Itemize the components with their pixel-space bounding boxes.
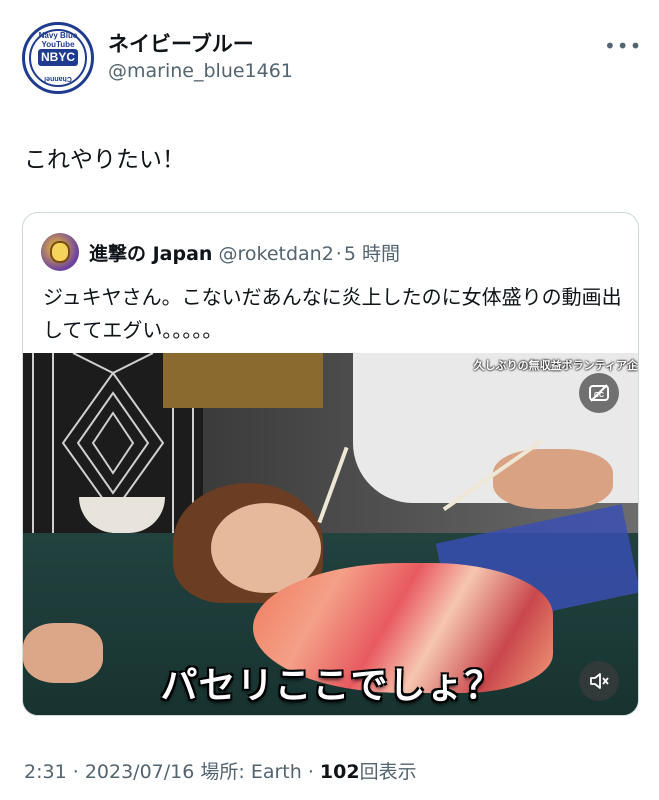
quote-author-handle[interactable]: @roketdan2: [218, 243, 333, 265]
more-options-icon[interactable]: •••: [604, 34, 642, 58]
quote-video[interactable]: 久しぶりの無収益ボランティア企 パセリここでしょ？ CC: [23, 353, 638, 715]
video-hand-right: [493, 449, 613, 509]
tweet-text: これやりたい！: [24, 147, 185, 173]
video-top-caption: 久しぶりの無収益ボランティア企: [473, 359, 638, 372]
avatar-character-icon: [50, 241, 70, 263]
quoted-tweet-card[interactable]: 進撃の Japan @roketdan2 · 5 時間 ジュキヤさん。こないだあんなに…: [22, 212, 639, 716]
video-subtitle: パセリここでしょ？: [160, 664, 503, 707]
quote-time[interactable]: 5 時間: [344, 243, 400, 265]
tweet-date[interactable]: 2023/07/16: [85, 761, 195, 783]
meta-separator: ·: [307, 761, 314, 783]
quote-author-name[interactable]: 進撃の Japan: [89, 243, 212, 265]
author-avatar[interactable]: Navy Blue YouTube NBYC Channel: [22, 22, 94, 94]
tweet-time[interactable]: 2:31: [24, 761, 67, 783]
quote-author-avatar[interactable]: [41, 233, 79, 271]
avatar-badge: NBYC: [38, 49, 78, 66]
tweet-location: 場所: Earth: [200, 761, 302, 783]
tweet-meta: 2:31 · 2023/07/16 場所: Earth · 102回表示: [24, 757, 417, 784]
quote-separator: ·: [335, 243, 342, 265]
quote-text: ジュキヤさん。こないだあんなに炎上したのに女体盛りの動画出しててエグい。。。。。: [43, 285, 622, 342]
meta-separator: ·: [72, 761, 79, 783]
author-handle[interactable]: @marine_blue1461: [108, 60, 293, 82]
video-gold-panel: [163, 353, 323, 408]
views-count[interactable]: 102: [320, 761, 360, 783]
author-display-name[interactable]: ネイビーブルー: [108, 28, 254, 58]
avatar-ring-bottom-text: Channel: [44, 75, 72, 82]
avatar-ring-top-text: Navy Blue YouTube: [38, 31, 78, 49]
captions-off-icon[interactable]: CC: [579, 373, 619, 413]
quote-header: 進撃の Japan @roketdan2 · 5 時間: [89, 239, 400, 266]
views-label: 回表示: [359, 761, 417, 783]
volume-muted-icon[interactable]: [579, 661, 619, 701]
